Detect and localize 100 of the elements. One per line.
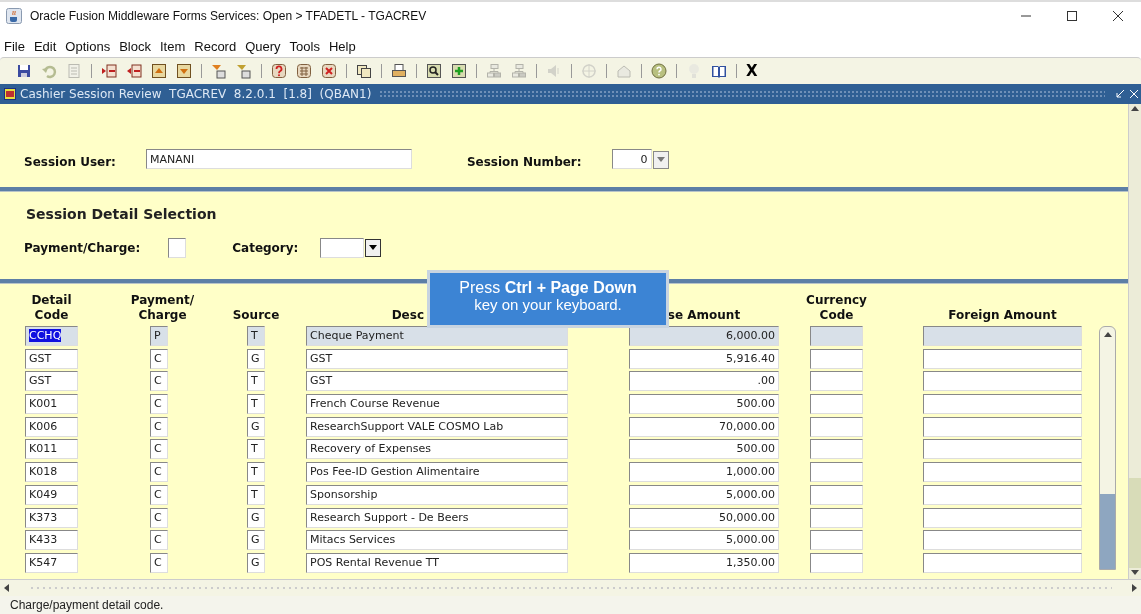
description-field[interactable]: GST [306,371,568,392]
currency-code-field[interactable] [810,507,863,528]
help-button[interactable] [649,61,669,81]
detail-code-field[interactable]: K001 [25,394,78,415]
payment-charge-field[interactable]: C [150,530,168,551]
foreign-amount-field[interactable] [923,552,1082,573]
detail-code-field[interactable]: K011 [25,439,78,460]
currency-code-field[interactable] [810,394,863,415]
detail-code-field[interactable]: CCHQ [25,326,78,346]
currency-code-field[interactable] [810,416,863,437]
scrollbar-thumb[interactable] [1129,478,1141,568]
scrollbar-thumb[interactable] [1100,494,1115,569]
currency-code-field[interactable] [810,439,863,460]
payment-charge-field[interactable]: C [150,394,168,415]
source-field[interactable]: G [247,348,265,369]
source-field[interactable]: T [247,326,265,346]
amount-field[interactable]: 1,350.00 [629,552,779,573]
detail-code-field[interactable]: K547 [25,552,78,573]
currency-code-field[interactable] [810,552,863,573]
currency-code-field[interactable] [810,462,863,483]
foreign-amount-field[interactable] [923,416,1082,437]
foreign-amount-field[interactable] [923,530,1082,551]
plus-button[interactable] [449,61,469,81]
up-arrow-button[interactable] [149,61,169,81]
source-field[interactable]: G [247,530,265,551]
dropdown-button[interactable] [365,239,382,257]
detail-code-field[interactable]: GST [25,371,78,392]
description-field[interactable]: Mitacs Services [306,530,568,551]
database-button[interactable] [294,61,314,81]
menu-item[interactable]: Item [159,39,186,54]
amount-field[interactable]: 500.00 [629,439,779,460]
menu-item[interactable]: Edit [33,39,57,54]
payment-charge-field[interactable]: C [150,439,168,460]
menu-item[interactable]: Query [245,39,281,54]
payment-charge-field[interactable]: C [150,507,168,528]
amount-field[interactable]: .00 [629,371,779,392]
foreign-amount-field[interactable] [923,394,1082,415]
amount-field[interactable]: 500.00 [629,394,779,415]
source-field[interactable]: G [247,552,265,573]
foreign-amount-field[interactable] [923,326,1082,346]
description-field[interactable]: Sponsorship [306,484,568,505]
payment-charge-field[interactable]: C [150,371,168,392]
description-field[interactable]: Cheque Payment [306,326,568,346]
detail-code-field[interactable]: K049 [25,484,78,505]
description-field[interactable]: POS Rental Revenue TT [306,552,568,573]
payment-charge-field[interactable]: P [150,326,168,346]
description-field[interactable]: French Course Revenue [306,394,568,415]
foreign-amount-field[interactable] [923,348,1082,369]
detail-code-field[interactable]: K006 [25,416,78,437]
cancel-button[interactable] [319,61,339,81]
payment-charge-field[interactable]: C [150,484,168,505]
foreign-amount-field[interactable] [923,484,1082,505]
menu-item[interactable]: Record [194,39,237,54]
detail-code-field[interactable]: K018 [25,462,78,483]
horizontal-scrollbar[interactable] [0,579,1141,596]
menu-item[interactable]: Block [119,39,151,54]
session-number-field[interactable]: 0 [611,149,652,169]
currency-code-field[interactable] [810,530,863,551]
detail-code-field[interactable]: K373 [25,507,78,528]
exit-button[interactable]: X [744,61,760,81]
source-field[interactable]: T [247,394,265,415]
detail-code-field[interactable]: GST [25,348,78,369]
session-user-field[interactable]: MANANI [145,149,412,169]
insert-row-button[interactable] [99,61,119,81]
foreign-amount-field[interactable] [923,507,1082,528]
payment-charge-field[interactable]: C [150,416,168,437]
payment-charge-field[interactable]: C [150,552,168,573]
source-field[interactable]: T [247,439,265,460]
question-button[interactable] [269,61,289,81]
currency-code-field[interactable] [810,326,863,346]
down-arrow-button[interactable] [174,61,194,81]
foreign-amount-field[interactable] [923,462,1082,483]
foreign-amount-field[interactable] [923,439,1082,460]
payment-charge-field[interactable] [168,238,187,258]
currency-code-field[interactable] [810,371,863,392]
search-button[interactable] [424,61,444,81]
currency-code-field[interactable] [810,484,863,505]
menu-item[interactable]: File [4,39,25,54]
vertical-scrollbar[interactable] [1099,326,1116,570]
amount-field[interactable]: 6,000.00 [629,326,779,346]
menu-item[interactable]: Help [328,39,356,54]
menu-item[interactable]: Tools [289,39,320,54]
payment-charge-field[interactable]: C [150,348,168,369]
foreign-amount-field[interactable] [923,371,1082,392]
source-field[interactable]: T [247,484,265,505]
category-field[interactable] [320,238,365,258]
amount-field[interactable]: 5,916.40 [629,348,779,369]
amount-field[interactable]: 5,000.00 [629,484,779,505]
source-field[interactable]: T [247,371,265,392]
amount-field[interactable]: 50,000.00 [629,507,779,528]
source-field[interactable]: G [247,416,265,437]
description-field[interactable]: Recovery of Expenses [306,439,568,460]
description-field[interactable]: ResearchSupport VALE COSMO Lab [306,416,568,437]
amount-field[interactable]: 1,000.00 [629,462,779,483]
description-field[interactable]: Research Support - De Beers [306,507,568,528]
detail-code-field[interactable]: K433 [25,530,78,551]
amount-field[interactable]: 5,000.00 [629,530,779,551]
description-field[interactable]: GST [306,348,568,369]
source-field[interactable]: T [247,462,265,483]
amount-field[interactable]: 70,000.00 [629,416,779,437]
